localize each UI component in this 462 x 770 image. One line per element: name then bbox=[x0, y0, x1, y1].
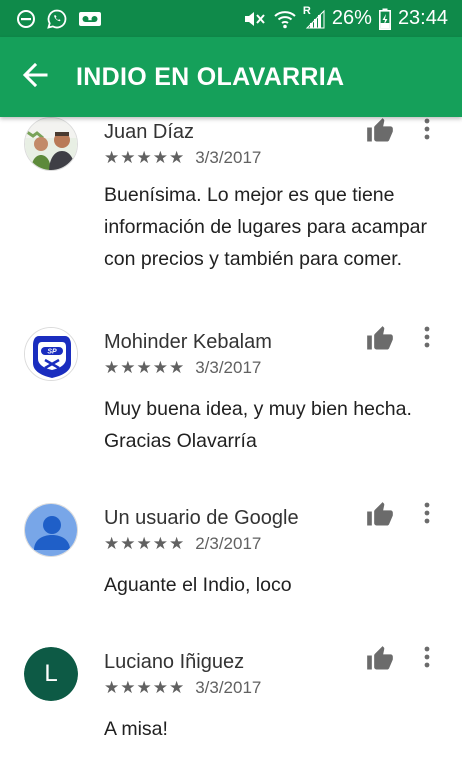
more-options-button[interactable] bbox=[417, 325, 437, 353]
avatar[interactable] bbox=[24, 117, 78, 171]
reviewer-name: Luciano Iñiguez bbox=[104, 651, 245, 673]
more-vert-icon bbox=[424, 118, 430, 140]
review-text: A misa! bbox=[104, 718, 168, 740]
reviewer-name: Juan Díaz bbox=[104, 121, 195, 143]
status-bar: R 26% 23:44 bbox=[0, 0, 462, 37]
review-date: 3/3/2017 bbox=[195, 358, 262, 377]
rating-row: ★★★★★ 2/3/2017 bbox=[104, 534, 261, 554]
rating-row: ★★★★★ 3/3/2017 bbox=[104, 678, 261, 698]
review-text: Aguante el Indio, loco bbox=[104, 574, 292, 596]
review-date: 3/3/2017 bbox=[195, 148, 262, 167]
letter-avatar-circle: L bbox=[24, 647, 78, 701]
avatar[interactable] bbox=[24, 503, 78, 557]
battery-charging-icon bbox=[378, 8, 391, 30]
rating-row: ★★★★★ 3/3/2017 bbox=[104, 148, 261, 168]
review-item: Un usuario de Google ★★★★★ 2/3/2017 Agua… bbox=[0, 495, 462, 625]
review-item: L Luciano Iñiguez ★★★★★ 3/3/2017 A misa! bbox=[0, 639, 462, 770]
svg-text:SP: SP bbox=[47, 349, 57, 356]
review-list[interactable]: Juan Díaz ★★★★★ 3/3/2017 Buenísima. Lo m… bbox=[0, 117, 462, 770]
page-title: INDIO EN OLAVARRIA bbox=[76, 62, 345, 91]
more-vert-icon bbox=[424, 502, 430, 524]
thumbs-up-icon bbox=[367, 118, 393, 142]
avatar[interactable]: SP bbox=[24, 327, 78, 381]
helpful-button[interactable] bbox=[366, 325, 394, 353]
review-item: Juan Díaz ★★★★★ 3/3/2017 Buenísima. Lo m… bbox=[0, 117, 462, 299]
rating-row: ★★★★★ 3/3/2017 bbox=[104, 358, 261, 378]
back-button[interactable] bbox=[0, 37, 70, 117]
star-rating: ★★★★★ bbox=[104, 358, 186, 377]
review-text: Buenísima. Lo mejor es que tiene informa… bbox=[104, 184, 428, 270]
more-vert-icon bbox=[424, 646, 430, 668]
wifi-icon bbox=[274, 9, 296, 29]
review-text: Muy buena idea, y muy bien hecha. Gracia… bbox=[104, 398, 412, 452]
thumbs-up-icon bbox=[367, 646, 393, 670]
more-options-button[interactable] bbox=[417, 117, 437, 145]
more-vert-icon bbox=[424, 326, 430, 348]
review-item: SP Mohinder Kebalam ★★★★★ 3/3/2017 Muy b… bbox=[0, 315, 462, 485]
reviewer-name: Un usuario de Google bbox=[104, 507, 299, 529]
do-not-disturb-icon bbox=[16, 9, 36, 29]
avatar-letter: L bbox=[44, 660, 58, 687]
whatsapp-icon bbox=[46, 8, 68, 30]
helpful-button[interactable] bbox=[366, 117, 394, 145]
star-rating: ★★★★★ bbox=[104, 148, 186, 167]
review-date: 3/3/2017 bbox=[195, 678, 262, 697]
signal-icon: R bbox=[303, 5, 325, 29]
more-options-button[interactable] bbox=[417, 501, 437, 529]
reviewer-name: Mohinder Kebalam bbox=[104, 331, 272, 353]
mute-icon bbox=[243, 9, 267, 29]
status-right-icons: R 26% 23:44 bbox=[243, 5, 448, 30]
app-bar: INDIO EN OLAVARRIA bbox=[0, 37, 462, 117]
helpful-button[interactable] bbox=[366, 645, 394, 673]
more-options-button[interactable] bbox=[417, 645, 437, 673]
battery-percent: 26% bbox=[331, 7, 372, 29]
status-left-icons bbox=[16, 8, 102, 30]
clock: 23:44 bbox=[397, 7, 448, 29]
review-date: 2/3/2017 bbox=[195, 534, 262, 553]
voicemail-icon bbox=[78, 10, 102, 28]
star-rating: ★★★★★ bbox=[104, 678, 186, 697]
helpful-button[interactable] bbox=[366, 501, 394, 529]
thumbs-up-icon bbox=[367, 502, 393, 526]
avatar[interactable]: L bbox=[24, 647, 78, 701]
arrow-back-icon bbox=[22, 62, 48, 93]
thumbs-up-icon bbox=[367, 326, 393, 350]
roaming-indicator: R bbox=[302, 4, 311, 17]
star-rating: ★★★★★ bbox=[104, 534, 186, 553]
